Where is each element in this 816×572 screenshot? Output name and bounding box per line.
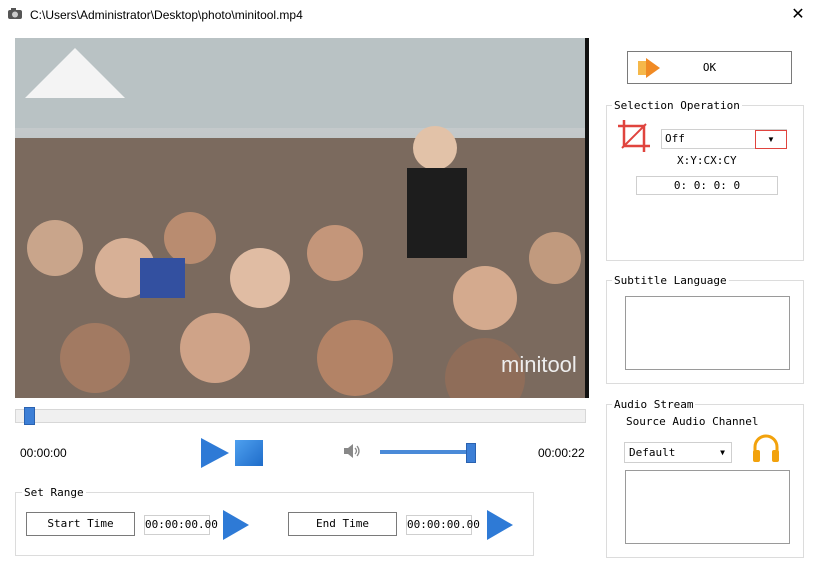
subtitle-title: Subtitle Language <box>612 274 729 287</box>
play-icon[interactable] <box>201 438 229 468</box>
audio-channel-value: Default <box>629 446 676 459</box>
title-bar: C:\Users\Administrator\Desktop\photo\min… <box>0 0 816 32</box>
volume-icon[interactable] <box>344 443 362 459</box>
end-time-field[interactable]: 00:00:00.00 <box>406 515 480 535</box>
start-time-button[interactable]: Start Time <box>26 512 135 536</box>
crop-icon[interactable] <box>618 120 650 152</box>
chevron-down-icon: ▼ <box>720 448 725 457</box>
ok-arrow-icon <box>638 58 660 78</box>
chevron-down-icon[interactable]: ▼ <box>755 130 787 149</box>
video-preview[interactable]: minitool <box>15 38 585 398</box>
set-range-title: Set Range <box>22 486 86 499</box>
start-time-play-icon[interactable] <box>223 510 249 540</box>
coords-label: X:Y:CX:CY <box>677 154 737 167</box>
source-audio-label: Source Audio Channel <box>626 415 759 428</box>
end-time-play-icon[interactable] <box>487 510 513 540</box>
coords-field[interactable]: 0: 0: 0: 0 <box>636 176 778 195</box>
ok-button[interactable]: OK <box>627 51 792 84</box>
stop-button[interactable] <box>235 440 263 466</box>
audio-channel-select[interactable]: Default ▼ <box>624 442 732 463</box>
video-watermark: minitool <box>501 352 577 377</box>
current-time: 00:00:00 <box>20 446 67 460</box>
volume-slider[interactable] <box>380 450 470 454</box>
window-title: C:\Users\Administrator\Desktop\photo\min… <box>30 8 303 22</box>
video-border <box>585 38 589 398</box>
video-frame-image <box>15 38 585 398</box>
audio-title: Audio Stream <box>612 398 696 411</box>
seek-bar[interactable] <box>15 409 586 423</box>
selection-mode-value: Off <box>665 132 685 145</box>
volume-thumb[interactable] <box>466 443 476 463</box>
ok-label: OK <box>702 61 717 74</box>
selection-title: Selection Operation <box>612 99 742 112</box>
app-icon <box>8 8 22 19</box>
close-icon[interactable]: ✕ <box>790 6 806 24</box>
total-time: 00:00:22 <box>538 446 585 460</box>
seek-thumb[interactable] <box>24 407 35 425</box>
end-time-button[interactable]: End Time <box>288 512 397 536</box>
start-time-field[interactable]: 00:00:00.00 <box>144 515 218 535</box>
audio-stream-list[interactable] <box>625 470 790 544</box>
subtitle-list[interactable] <box>625 296 790 370</box>
headphones-icon <box>753 434 779 462</box>
